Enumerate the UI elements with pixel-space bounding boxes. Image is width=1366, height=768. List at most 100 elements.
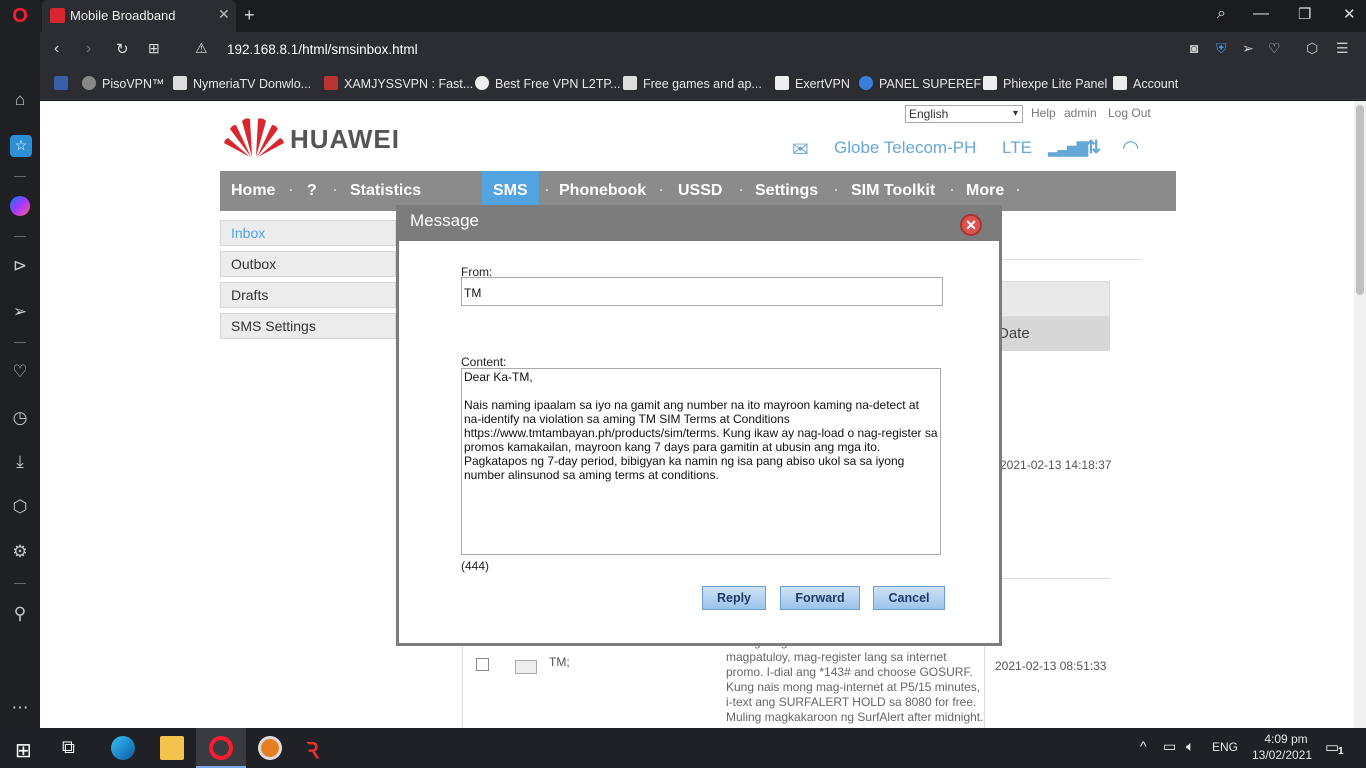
bookmark-item[interactable]: NymeriaTV Donwlo... [173, 76, 311, 91]
operator-name: Globe Telecom-PH [834, 138, 977, 157]
dialog-header: Message ✕ [396, 205, 1002, 241]
menu-outbox[interactable]: Outbox [220, 251, 396, 277]
tab-close-icon[interactable]: ✕ [218, 6, 230, 23]
minimize-icon[interactable]: — [1253, 5, 1269, 23]
media-app-icon[interactable] [258, 736, 282, 760]
bookmark-item[interactable]: ExertVPN [775, 76, 850, 91]
warning-icon[interactable]: ⚠ [195, 40, 208, 57]
forward-icon[interactable]: › [86, 40, 91, 58]
nav-separator [740, 189, 742, 191]
opera-taskbar-icon[interactable] [209, 736, 233, 760]
file-explorer-icon[interactable] [160, 736, 184, 760]
character-count: (444) [461, 559, 490, 573]
back-icon[interactable]: ‹ [54, 40, 59, 58]
bookmark-item[interactable]: PANEL SUPEREF [859, 76, 981, 91]
clock-time[interactable]: 4:09 pm [1256, 732, 1316, 746]
help-link[interactable]: Help [1031, 106, 1056, 120]
snapshot-icon[interactable]: ◙ [1190, 40, 1198, 56]
folder-icon [54, 76, 68, 90]
huawei-logo: HUAWEI [224, 115, 399, 159]
restore-icon[interactable]: ❐ [1298, 5, 1311, 23]
nav-separator [290, 189, 292, 191]
close-window-icon[interactable]: ✕ [1343, 5, 1356, 23]
reload-icon[interactable]: ↻ [116, 40, 129, 58]
user-label: admin [1064, 106, 1097, 120]
settings-gear-icon[interactable]: ⚙ [10, 542, 30, 562]
nav-separator [1017, 189, 1019, 191]
content-label: Content: [461, 355, 507, 369]
speed-dial-icon[interactable]: ☆ [10, 135, 32, 157]
divider [14, 236, 26, 237]
row2-content[interactable]: tawing mag to connect sa internet. Para … [726, 635, 984, 725]
message-read-icon [515, 660, 537, 674]
divider [14, 176, 26, 177]
messenger-icon[interactable] [10, 196, 30, 216]
easy-setup-icon[interactable]: ☰ [1336, 40, 1349, 57]
bookmark-item[interactable]: Account [1113, 76, 1178, 91]
bookmark-item[interactable]: PisoVPN™ [82, 76, 165, 91]
site-icon [173, 76, 187, 90]
huawei-favicon-icon [50, 8, 65, 23]
site-icon [859, 76, 873, 90]
scroll-thumb[interactable] [1356, 105, 1364, 295]
nav-help[interactable]: ? [297, 171, 327, 211]
bookmark-item[interactable]: XAMJYSSVPN : Fast... [324, 76, 473, 91]
bookmark-item[interactable]: Free games and ap... [623, 76, 762, 91]
globe-icon [82, 76, 96, 90]
page-scrollbar[interactable] [1354, 101, 1366, 728]
windows-start-icon[interactable]: ⊞ [15, 738, 32, 763]
signal-strength-icon: ▂▃▅▇ [1048, 140, 1088, 157]
bookmark-item[interactable]: Best Free VPN L2TP... [475, 76, 621, 91]
network-type: LTE [1002, 138, 1032, 157]
close-icon[interactable]: ✕ [960, 214, 982, 236]
heart-icon[interactable]: ♡ [10, 362, 30, 382]
extensions-icon[interactable]: ⬡ [10, 497, 30, 517]
more-icon[interactable]: ⋯ [10, 698, 30, 718]
volume-icon[interactable]: 🔈︎ [1186, 738, 1194, 755]
edge-icon[interactable] [111, 736, 135, 760]
tabs-grid-icon[interactable]: ⊞ [148, 40, 160, 57]
menu-sms-settings[interactable]: SMS Settings [220, 313, 396, 339]
new-tab-icon[interactable]: + [244, 5, 255, 26]
logout-link[interactable]: Log Out [1108, 106, 1151, 120]
reply-button[interactable]: Reply [702, 586, 766, 610]
bookmark-label: XAMJYSSVPN : Fast... [344, 77, 474, 91]
tray-chevron-icon[interactable]: ^ [1140, 738, 1147, 754]
nav-separator [546, 189, 548, 191]
history-icon[interactable]: ◷ [10, 408, 30, 428]
tab-mobile-broadband[interactable]: Mobile Broadband ✕ [42, 0, 236, 32]
language-select[interactable]: English ▾ [905, 105, 1023, 123]
network-icon[interactable]: ▭ [1163, 738, 1176, 755]
send-page-icon[interactable]: ➢ [1242, 40, 1254, 57]
row2-checkbox[interactable] [476, 658, 489, 671]
cancel-button[interactable]: Cancel [873, 586, 945, 610]
app-icon[interactable]: Ꝛ [306, 735, 319, 765]
shield-icon[interactable]: ⛨ [1216, 40, 1227, 57]
menu-inbox[interactable]: Inbox [220, 220, 396, 246]
downloads-icon[interactable]: ⤓ [10, 452, 30, 472]
forward-button[interactable]: Forward [780, 586, 860, 610]
language-indicator[interactable]: ENG [1212, 740, 1238, 754]
extensions-cube-icon[interactable]: ⬡ [1306, 40, 1318, 57]
content-textarea[interactable]: Dear Ka-TM, Nais naming ipaalam sa iyo n… [461, 368, 941, 555]
tab-title: Mobile Broadband [70, 8, 176, 23]
clock-date[interactable]: 13/02/2021 [1247, 748, 1317, 762]
opera-logo-icon[interactable]: O [10, 6, 30, 26]
from-field[interactable]: TM [461, 277, 943, 306]
bookmark-heart-icon[interactable]: ♡ [1268, 40, 1281, 57]
bookmark-item[interactable]: Phiexpe Lite Panel [983, 76, 1107, 91]
search-tabs-icon[interactable]: ⌕ [1217, 5, 1226, 23]
message-envelope-icon[interactable]: ✉ [792, 137, 809, 162]
player-icon[interactable]: ⊳ [10, 256, 30, 276]
nav-separator [835, 189, 837, 191]
menu-drafts[interactable]: Drafts [220, 282, 396, 308]
task-view-icon[interactable]: ⧉ [62, 737, 75, 758]
nav-home[interactable]: Home [221, 171, 285, 211]
lightbulb-icon[interactable]: ⚲ [10, 604, 30, 624]
url-field[interactable]: 192.168.8.1/html/smsinbox.html [227, 42, 418, 57]
send-icon[interactable]: ➢ [10, 302, 30, 322]
account-icon [1113, 76, 1127, 90]
huawei-flower-icon [224, 118, 284, 157]
home-icon[interactable]: ⌂ [10, 90, 30, 110]
bookmark-folder[interactable] [54, 76, 74, 91]
